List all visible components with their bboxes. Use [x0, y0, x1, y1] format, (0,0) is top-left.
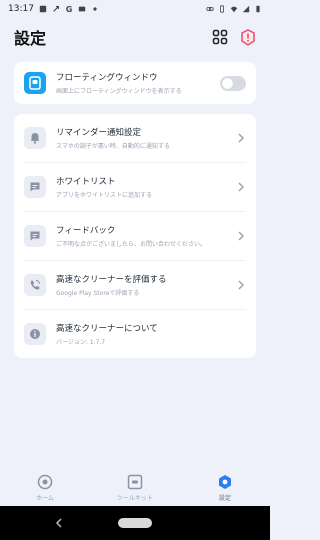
header: 設定 [0, 22, 270, 52]
toolkit-icon [127, 474, 143, 490]
vibrate-icon [220, 5, 224, 13]
svg-text:G: G [66, 5, 73, 13]
phone-rate-icon [24, 274, 46, 296]
toggle-knob [222, 77, 233, 89]
settings-list-card: リマインダー通知設定 スマホの調子が悪い時、自動的に通知する ホワイトリスト ア… [14, 114, 256, 358]
chevron-right-icon [236, 231, 246, 241]
feedback-row[interactable]: フィードバック ご不明な点がございましたら、お問い合わせください。 [14, 212, 256, 260]
battery-icon [256, 5, 260, 13]
drive-icon [78, 6, 86, 12]
floating-window-icon [24, 72, 46, 94]
wifi-icon [230, 6, 238, 13]
nav-toolkit[interactable]: ツールキット [95, 474, 175, 502]
chevron-right-icon [236, 133, 246, 143]
settings-hex-icon [219, 475, 231, 489]
feedback-title: フィードバック [56, 226, 116, 236]
alert-shield-icon[interactable] [240, 28, 256, 46]
floating-window-card: フローティングウィンドウ 画面上にフローティングウィンドウを表示する [14, 62, 256, 104]
reminder-notification-title: リマインダー通知設定 [56, 128, 142, 138]
bell-icon [24, 127, 46, 149]
chevron-right-icon [236, 182, 246, 192]
floating-window-subtitle: 画面上にフローティングウィンドウを表示する [56, 88, 182, 95]
whitelist-row[interactable]: ホワイトリスト アプリをホワイトリストに追加する [14, 163, 256, 211]
whitelist-subtitle: アプリをホワイトリストに追加する [56, 192, 153, 199]
feedback-subtitle: ご不明な点がございましたら、お問い合わせください。 [56, 241, 207, 248]
about-title: 高速なクリーナーについて [56, 324, 158, 334]
whitelist-title: ホワイトリスト [56, 177, 116, 187]
nav-settings[interactable]: 設定 [185, 474, 265, 502]
home-pill[interactable] [118, 518, 152, 528]
rate-app-subtitle: Google Play Storeで評価する [56, 290, 140, 297]
rate-app-title: 高速なクリーナーを評価する [56, 275, 167, 285]
flight-icon [53, 6, 59, 12]
nav-toolkit-label: ツールキット [116, 495, 153, 502]
nav-home[interactable]: ホーム [5, 474, 85, 502]
google-icon: G [66, 5, 73, 13]
reminder-notification-subtitle: スマホの調子が悪い時、自動的に通知する [56, 143, 170, 150]
back-icon[interactable] [55, 517, 63, 529]
about-version: バージョン: 1.7.7 [56, 339, 106, 346]
reminder-notification-row[interactable]: リマインダー通知設定 スマホの調子が悪い時、自動的に通知する [14, 114, 256, 162]
about-row[interactable]: 高速なクリーナーについて バージョン: 1.7.7 [14, 310, 256, 358]
status-bar: 13:17 G [0, 0, 270, 18]
home-icon [37, 474, 53, 490]
nav-settings-label: 設定 [218, 495, 231, 502]
chevron-right-icon [236, 280, 246, 290]
system-nav-bar [0, 506, 270, 540]
image-icon [39, 5, 47, 13]
grid-apps-icon[interactable] [212, 29, 228, 45]
page-title: 設定 [14, 29, 47, 48]
info-icon [24, 323, 46, 345]
signal-icon [242, 5, 250, 13]
feedback-icon [24, 225, 46, 247]
status-time: 13:17 [8, 4, 34, 14]
floating-window-title: フローティングウィンドウ [56, 73, 158, 83]
message-icon [24, 176, 46, 198]
bottom-nav: ホーム ツールキット 設定 [0, 470, 270, 506]
floating-window-toggle[interactable] [220, 75, 246, 91]
link-icon [206, 7, 214, 11]
nav-home-label: ホーム [36, 495, 54, 502]
rate-app-row[interactable]: 高速なクリーナーを評価する Google Play Storeで評価する [14, 261, 256, 309]
dot-icon [93, 7, 97, 11]
